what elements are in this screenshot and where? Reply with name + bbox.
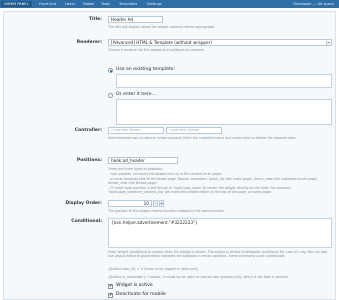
conditional-hint-1: {$visitor.user_id} > 0 (show up for logg… bbox=[108, 267, 199, 271]
decrement-button[interactable]: - bbox=[153, 200, 158, 207]
tab-front-end[interactable]: Front end bbox=[36, 1, 59, 7]
enter-template-radio[interactable] bbox=[108, 93, 113, 98]
deactivate-mobile-label[interactable]: Deactivate for mobile bbox=[116, 292, 166, 297]
tab-tools[interactable]: Tools bbox=[98, 1, 113, 7]
conditional-textarea[interactable]: {$xn.helper.advertisement."#3222223"} bbox=[108, 218, 332, 248]
display-order-hint: The position of this widget relative to … bbox=[108, 209, 225, 213]
existing-template-input[interactable] bbox=[116, 74, 332, 88]
tab-admin-panel[interactable]: ADMIN PANEL bbox=[1, 1, 32, 7]
tab-users[interactable]: Users bbox=[62, 1, 78, 7]
admin-top-navigation: ADMIN PANEL Front end Users Nodes Tools … bbox=[0, 0, 339, 8]
renderer-selected-value: [Advanced] HTML & Template (without wrap… bbox=[111, 40, 212, 45]
display-order-input[interactable]: 10 bbox=[108, 200, 152, 207]
top-right-text[interactable]: Developer — Ad space bbox=[293, 1, 334, 7]
positions-label: Positions: bbox=[76, 158, 102, 163]
controller-action-input[interactable]: Controller Action bbox=[166, 127, 222, 134]
widget-active-label[interactable]: Widget is active bbox=[116, 283, 153, 288]
conditional-hint-2: {$visitor.is_moderator}: Cookies, Or sho… bbox=[108, 275, 289, 279]
title-label: Title: bbox=[88, 17, 102, 22]
controller-hint: Send template vars to data to render pro… bbox=[108, 136, 297, 140]
renderer-select[interactable]: [Advanced] HTML & Template (without wrap… bbox=[108, 39, 332, 46]
title-input[interactable]: Header Ad bbox=[108, 16, 163, 23]
deactivate-mobile-checkbox[interactable] bbox=[108, 293, 113, 298]
tab-settings[interactable]: Settings bbox=[144, 1, 165, 7]
conditional-label: Conditional: bbox=[71, 219, 102, 224]
enter-template-label[interactable]: Or enter it here.... bbox=[116, 92, 157, 97]
positions-hint-3: - Or enter hook position in the format o… bbox=[108, 186, 292, 195]
chevron-down-icon bbox=[326, 41, 330, 45]
use-existing-template-radio[interactable] bbox=[108, 68, 113, 73]
positions-hint-2: - or enter template title of the target … bbox=[108, 177, 319, 186]
tab-templates[interactable]: Templates bbox=[116, 1, 140, 7]
tab-nodes[interactable]: Nodes bbox=[80, 1, 97, 7]
positions-hint-1: - 'xxx' position: introduce the widget i… bbox=[108, 172, 223, 176]
renderer-label: Renderer: bbox=[76, 40, 102, 45]
renderer-hint: Choose a renderer for this widget and co… bbox=[108, 48, 206, 52]
title-hint: The title will display above the widget … bbox=[108, 25, 215, 29]
positions-hint-0: There are three types of positions: bbox=[108, 167, 163, 171]
widget-edit-form: Title: Header Ad The title will display … bbox=[3, 11, 336, 300]
conditional-hint-0: Enter widget conditional to control when… bbox=[108, 250, 328, 259]
increment-button[interactable]: + bbox=[159, 200, 164, 207]
positions-input[interactable]: hook:ad_header bbox=[108, 157, 178, 164]
widget-active-checkbox[interactable] bbox=[108, 284, 113, 289]
template-textarea[interactable] bbox=[116, 99, 332, 125]
display-order-label: Display Order: bbox=[65, 201, 102, 206]
use-existing-template-label[interactable]: Use an existing template: bbox=[116, 67, 175, 72]
controller-name-input[interactable]: Controller Name bbox=[108, 127, 164, 134]
controller-label: Controller: bbox=[74, 128, 102, 133]
